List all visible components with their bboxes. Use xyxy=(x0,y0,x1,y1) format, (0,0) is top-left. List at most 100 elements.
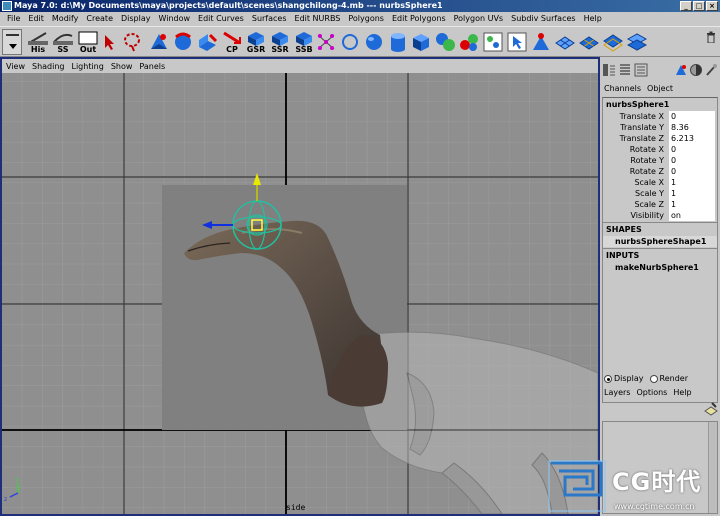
hypershade-icon[interactable] xyxy=(482,31,504,53)
menu-display[interactable]: Display xyxy=(117,12,155,26)
menu-help[interactable]: Help xyxy=(580,12,606,26)
menu-file[interactable]: File xyxy=(3,12,24,26)
input-node-item[interactable]: makeNurbSphere1 xyxy=(603,262,717,273)
shapes-header: SHAPES xyxy=(603,222,717,236)
attribute-editor-layout-icon[interactable] xyxy=(618,63,632,77)
channel-box: nurbsSphere1 Translate X0 Translate Y 8.3… xyxy=(602,97,718,403)
minimize-button[interactable]: _ xyxy=(680,1,692,11)
menu-channels[interactable]: Channels xyxy=(604,84,641,93)
panel-menu-show[interactable]: Show xyxy=(111,62,140,71)
channel-value-field[interactable]: 0 xyxy=(669,166,715,177)
channel-value-field[interactable]: 0 xyxy=(669,111,715,122)
select-arrow-icon[interactable] xyxy=(102,33,116,51)
channel-row[interactable]: Rotate X0 xyxy=(603,144,717,155)
menu-options[interactable]: Options xyxy=(636,388,667,397)
channel-box-panel: Channels Object nurbsSphere1 Translate X… xyxy=(600,57,720,516)
create-layer-icon[interactable] xyxy=(704,402,718,416)
menu-polygons[interactable]: Polygons xyxy=(344,12,388,26)
plane-grid-icon[interactable] xyxy=(554,31,576,53)
shelf-ssr-button[interactable]: SSR xyxy=(268,30,292,54)
channel-value-field[interactable]: 8.36 xyxy=(669,122,715,133)
surface-bend-icon xyxy=(296,32,312,46)
paint-tool-icon[interactable] xyxy=(704,63,718,77)
panel-menu-panels[interactable]: Panels xyxy=(139,62,172,71)
side-viewport[interactable]: y z side xyxy=(2,73,598,514)
shelf-out-button[interactable]: Out xyxy=(76,30,100,54)
channel-value-field[interactable]: 1 xyxy=(669,177,715,188)
channel-row[interactable]: Translate Y 8.36 xyxy=(603,122,717,133)
channel-row[interactable]: Rotate Y0 xyxy=(603,155,717,166)
menu-edit[interactable]: Edit xyxy=(24,12,48,26)
tool-settings-layout-icon[interactable] xyxy=(634,63,648,77)
radio-display[interactable]: Display xyxy=(604,374,644,383)
channel-value-field[interactable]: 6.213 xyxy=(669,133,715,144)
center-pivot-icon xyxy=(223,31,241,45)
menu-edit-polygons[interactable]: Edit Polygons xyxy=(388,12,450,26)
panel-menu-lighting[interactable]: Lighting xyxy=(71,62,110,71)
maya-app-icon xyxy=(2,1,12,11)
render-spheres-icon[interactable] xyxy=(458,31,480,53)
radio-render-dot[interactable] xyxy=(649,374,658,383)
maximize-button[interactable]: □ xyxy=(693,1,705,11)
shape-node-item[interactable]: nurbsSphereShape1 xyxy=(603,236,717,247)
poly-plane-icon[interactable] xyxy=(578,31,600,53)
sphere-group-icon[interactable] xyxy=(434,31,456,53)
grid-snap-icon xyxy=(248,32,264,46)
channel-box-layout-icon[interactable] xyxy=(602,63,616,77)
poly-layers-icon[interactable] xyxy=(626,31,648,53)
channel-row[interactable]: Translate Z 6.213 xyxy=(603,133,717,144)
shelf-his-button[interactable]: His xyxy=(26,30,50,54)
nurbs-cube-icon[interactable] xyxy=(410,31,432,53)
select-object-icon[interactable] xyxy=(506,31,528,53)
menu-modify[interactable]: Modify xyxy=(48,12,83,26)
channel-value-field[interactable]: 1 xyxy=(669,188,715,199)
shaded-sphere-icon[interactable] xyxy=(689,63,703,77)
panel-menu-view[interactable]: View xyxy=(6,62,32,71)
menu-edit-curves[interactable]: Edit Curves xyxy=(194,12,248,26)
shelf-gsr-button[interactable]: GSR xyxy=(244,30,268,54)
radio-render[interactable]: Render xyxy=(649,374,688,383)
menu-create[interactable]: Create xyxy=(82,12,117,26)
menu-layers[interactable]: Layers xyxy=(604,388,630,397)
channel-value-field[interactable]: on xyxy=(669,210,715,221)
channel-value-field[interactable]: 0 xyxy=(669,155,715,166)
scene-canvas: y z xyxy=(2,73,598,514)
poly-subdiv-icon[interactable] xyxy=(602,31,624,53)
channel-row[interactable]: Translate X0 xyxy=(603,111,717,122)
channel-row[interactable]: Scale X1 xyxy=(603,177,717,188)
shelf-ssb-button[interactable]: SSB xyxy=(292,30,316,54)
menu-surfaces[interactable]: Surfaces xyxy=(248,12,291,26)
close-button[interactable]: × xyxy=(706,1,718,11)
move-tool-icon[interactable] xyxy=(148,31,170,53)
menu-subdiv-surfaces[interactable]: Subdiv Surfaces xyxy=(507,12,579,26)
nurbs-circle-icon[interactable] xyxy=(340,32,360,52)
shelf-menu-button[interactable] xyxy=(2,29,22,55)
channel-row[interactable]: Rotate Z0 xyxy=(603,166,717,177)
menu-layer-help[interactable]: Help xyxy=(673,388,691,397)
channel-row[interactable]: Visibility on xyxy=(603,210,717,221)
rotate-tool-icon[interactable] xyxy=(172,31,194,53)
move-axis-icon[interactable] xyxy=(674,63,688,77)
nurbs-sphere-icon[interactable] xyxy=(364,32,384,52)
channel-value-field[interactable]: 1 xyxy=(669,199,715,210)
lasso-icon[interactable] xyxy=(122,31,142,53)
svg-text:y: y xyxy=(15,476,19,483)
object-name[interactable]: nurbsSphere1 xyxy=(603,98,717,111)
shelf-cp-button[interactable]: CP xyxy=(220,30,244,54)
channel-value-field[interactable]: 0 xyxy=(669,144,715,155)
menu-edit-nurbs[interactable]: Edit NURBS xyxy=(291,12,345,26)
light-icon[interactable] xyxy=(530,31,552,53)
scale-tool-icon[interactable] xyxy=(196,31,218,53)
surface-snap-icon xyxy=(272,32,288,46)
menu-window[interactable]: Window xyxy=(155,12,195,26)
channel-row[interactable]: Scale Y1 xyxy=(603,188,717,199)
menu-object[interactable]: Object xyxy=(647,84,673,93)
nurbs-cylinder-icon[interactable] xyxy=(388,31,408,53)
channel-row[interactable]: Scale Z1 xyxy=(603,199,717,210)
radio-display-dot[interactable] xyxy=(604,374,612,383)
menu-polygon-uvs[interactable]: Polygon UVs xyxy=(450,12,507,26)
shelf-ss-button[interactable]: SS xyxy=(51,30,75,54)
curve-cv-icon[interactable] xyxy=(316,31,336,53)
trash-icon[interactable] xyxy=(706,31,716,43)
panel-menu-shading[interactable]: Shading xyxy=(32,62,72,71)
